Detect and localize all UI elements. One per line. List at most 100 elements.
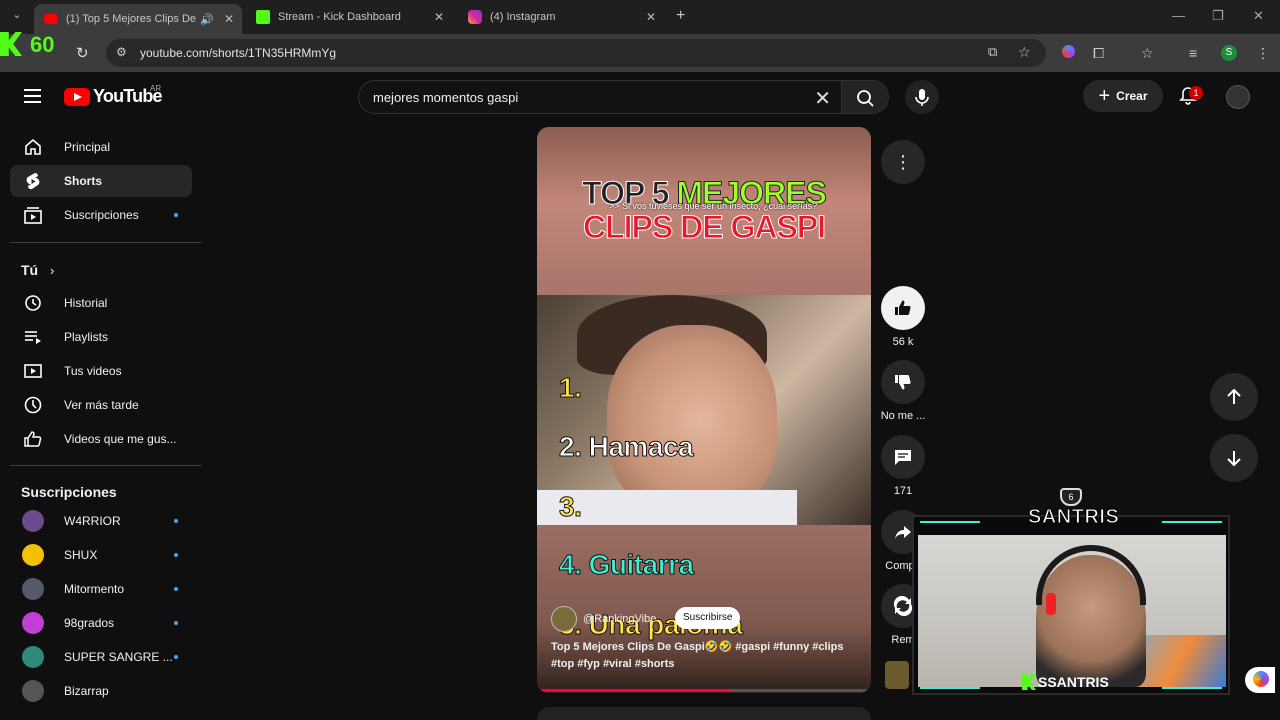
new-tab-button[interactable]: + [676, 7, 685, 25]
profile-avatar[interactable]: S [1221, 45, 1237, 61]
sidebar-sub-mitormento[interactable]: Mitormento [10, 573, 192, 605]
sidebar-item-liked-videos[interactable]: Videos que me gus... [10, 423, 192, 455]
sidebar-item-label: SHUX [64, 548, 98, 562]
sidebar-sub-w4rrior[interactable]: W4RRIOR [10, 505, 192, 537]
streamer-logo: 6 SANTRIS [1028, 488, 1120, 534]
dislike-button[interactable] [881, 360, 925, 404]
sidebar-item-label: 98grados [64, 616, 115, 630]
sidebar-item-playlists[interactable]: Playlists [10, 321, 192, 353]
next-short-button[interactable] [1210, 434, 1258, 482]
video-description[interactable]: Top 5 Mejores Clips De Gaspi🤣🤣 #gaspi #f… [551, 639, 851, 673]
kick-logo-icon [0, 32, 22, 56]
minimize-icon[interactable]: — [1172, 8, 1185, 23]
sidebar-item-history[interactable]: Historial [10, 287, 192, 319]
ranking-item: 1. [558, 372, 582, 404]
like-button[interactable] [881, 286, 925, 330]
extension-color-icon[interactable] [1062, 45, 1075, 61]
new-content-dot [174, 519, 178, 523]
video-caption: >> Si vos tuvieses que ser un insecto, ¿… [609, 201, 818, 211]
thumbs-down-icon [895, 374, 911, 390]
sidebar-item-label: Principal [64, 140, 111, 154]
sidebar-sub-super-sangre[interactable]: SUPER SANGRE ... [10, 641, 192, 673]
streamer-logo-text: SANTRIS [1028, 506, 1120, 529]
search-input[interactable]: mejores momentos gaspi ✕ [358, 80, 842, 114]
audio-thumbnail[interactable] [885, 661, 909, 689]
create-button[interactable]: + Crear [1083, 80, 1163, 112]
sidebar-divider [10, 242, 202, 243]
site-settings-icon[interactable]: ⚙ [116, 45, 127, 59]
more-options-button[interactable]: ⋮ [881, 140, 925, 184]
arrow-down-icon [1227, 451, 1241, 467]
webcam-headphone-light [1046, 593, 1056, 615]
subscribe-button[interactable]: Suscribirse [675, 607, 741, 629]
like-action[interactable]: 56 k [880, 286, 926, 348]
sidebar-sub-bizarrap[interactable]: Bizarrap [10, 675, 192, 707]
sidebar-sub-shux[interactable]: SHUX [10, 539, 192, 571]
sidebar-item-home[interactable]: Principal [10, 131, 192, 163]
new-content-dot [174, 213, 178, 217]
search-button[interactable] [841, 80, 889, 114]
bookmarks-icon[interactable]: ☆ [1141, 45, 1154, 62]
kick-favicon-icon [256, 10, 270, 24]
sidebar-item-watch-later[interactable]: Ver más tarde [10, 389, 192, 421]
sidebar-sub-98grados[interactable]: 98grados [10, 607, 192, 639]
address-bar[interactable]: ⚙ youtube.com/shorts/1TN35HRMmYg ⧉ ☆ [106, 39, 1046, 67]
channel-avatar[interactable] [551, 606, 577, 632]
video-frame [537, 295, 871, 530]
video-progress-bar[interactable] [537, 689, 871, 692]
bookmark-star-icon[interactable]: ☆ [1018, 44, 1031, 61]
sidebar-item-label: Suscripciones [64, 208, 139, 222]
notification-count-badge: 1 [1189, 86, 1203, 100]
account-avatar[interactable] [1226, 85, 1250, 109]
sidebar-subscriptions-heading: Suscripciones [21, 484, 117, 500]
media-queue-icon[interactable]: ≡ [1189, 45, 1197, 61]
tab-instagram[interactable]: (4) Instagram ✕ [458, 4, 664, 30]
sidebar-you-heading[interactable]: Tú › [21, 262, 54, 278]
tab-title: (4) Instagram [490, 11, 556, 23]
extensions-puzzle-icon[interactable]: ⧠ [1093, 45, 1104, 62]
sidebar-item-shorts[interactable]: Shorts [10, 165, 192, 197]
browser-tab-bar: ⌄ (1) Top 5 Mejores Clips De G 🔊 ✕ Strea… [0, 0, 1280, 34]
close-tab-icon[interactable]: ✕ [224, 12, 234, 26]
comments-action[interactable]: 171 [880, 435, 926, 497]
comments-button[interactable] [881, 435, 925, 479]
close-tab-icon[interactable]: ✕ [646, 10, 656, 24]
dislike-action[interactable]: No me ... [880, 360, 926, 422]
reload-icon[interactable]: ↻ [76, 44, 89, 62]
clear-search-icon[interactable]: ✕ [814, 86, 831, 111]
create-label: Crear [1116, 89, 1148, 103]
menu-hamburger-icon[interactable] [24, 89, 41, 103]
sidebar-item-subscriptions[interactable]: Suscripciones [10, 199, 192, 231]
voice-search-button[interactable] [905, 80, 939, 114]
microphone-icon [915, 89, 929, 106]
gemini-sidebar-button[interactable] [1245, 667, 1275, 693]
next-short-preview[interactable] [537, 707, 871, 720]
speaker-icon[interactable]: 🔊 [200, 13, 214, 26]
close-tab-icon[interactable]: ✕ [434, 10, 444, 24]
sidebar-item-your-videos[interactable]: Tus videos [10, 355, 192, 387]
comment-icon [895, 450, 911, 465]
new-content-dot [174, 587, 178, 591]
close-window-icon[interactable]: ✕ [1253, 8, 1264, 24]
overlay-accent-line [920, 687, 980, 689]
sidebar-item-label: W4RRIOR [64, 514, 121, 528]
browser-toolbar: ⚙ youtube.com/shorts/1TN35HRMmYg ⧉ ☆ [0, 34, 1280, 72]
channel-name[interactable]: @RankingVibe [583, 613, 656, 625]
thumbs-up-icon [22, 428, 44, 450]
previous-short-button[interactable] [1210, 373, 1258, 421]
tab-kick-dashboard[interactable]: Stream - Kick Dashboard ✕ [246, 4, 452, 30]
sidebar-item-label: Mitormento [64, 582, 125, 596]
channel-avatar [22, 612, 44, 634]
tab-youtube[interactable]: (1) Top 5 Mejores Clips De G 🔊 ✕ [34, 4, 242, 34]
url-text: youtube.com/shorts/1TN35HRMmYg [140, 46, 337, 60]
channel-info[interactable]: @RankingVibe [551, 606, 656, 632]
ranking-item: 2. Hamaca [558, 431, 694, 463]
chevron-right-icon: › [50, 263, 55, 278]
assistant-icon [1253, 671, 1269, 687]
tab-search-chevron-icon[interactable]: ⌄ [8, 8, 26, 26]
short-video-player[interactable]: TOP 5 MEJORES CLIPS DE GASPI >> Si vos t… [537, 127, 871, 693]
youtube-logo[interactable]: YouTube AR [64, 84, 163, 107]
restore-icon[interactable]: ❐ [1212, 8, 1224, 24]
install-app-icon[interactable]: ⧉ [988, 44, 997, 60]
browser-menu-icon[interactable]: ⋮ [1256, 45, 1270, 62]
